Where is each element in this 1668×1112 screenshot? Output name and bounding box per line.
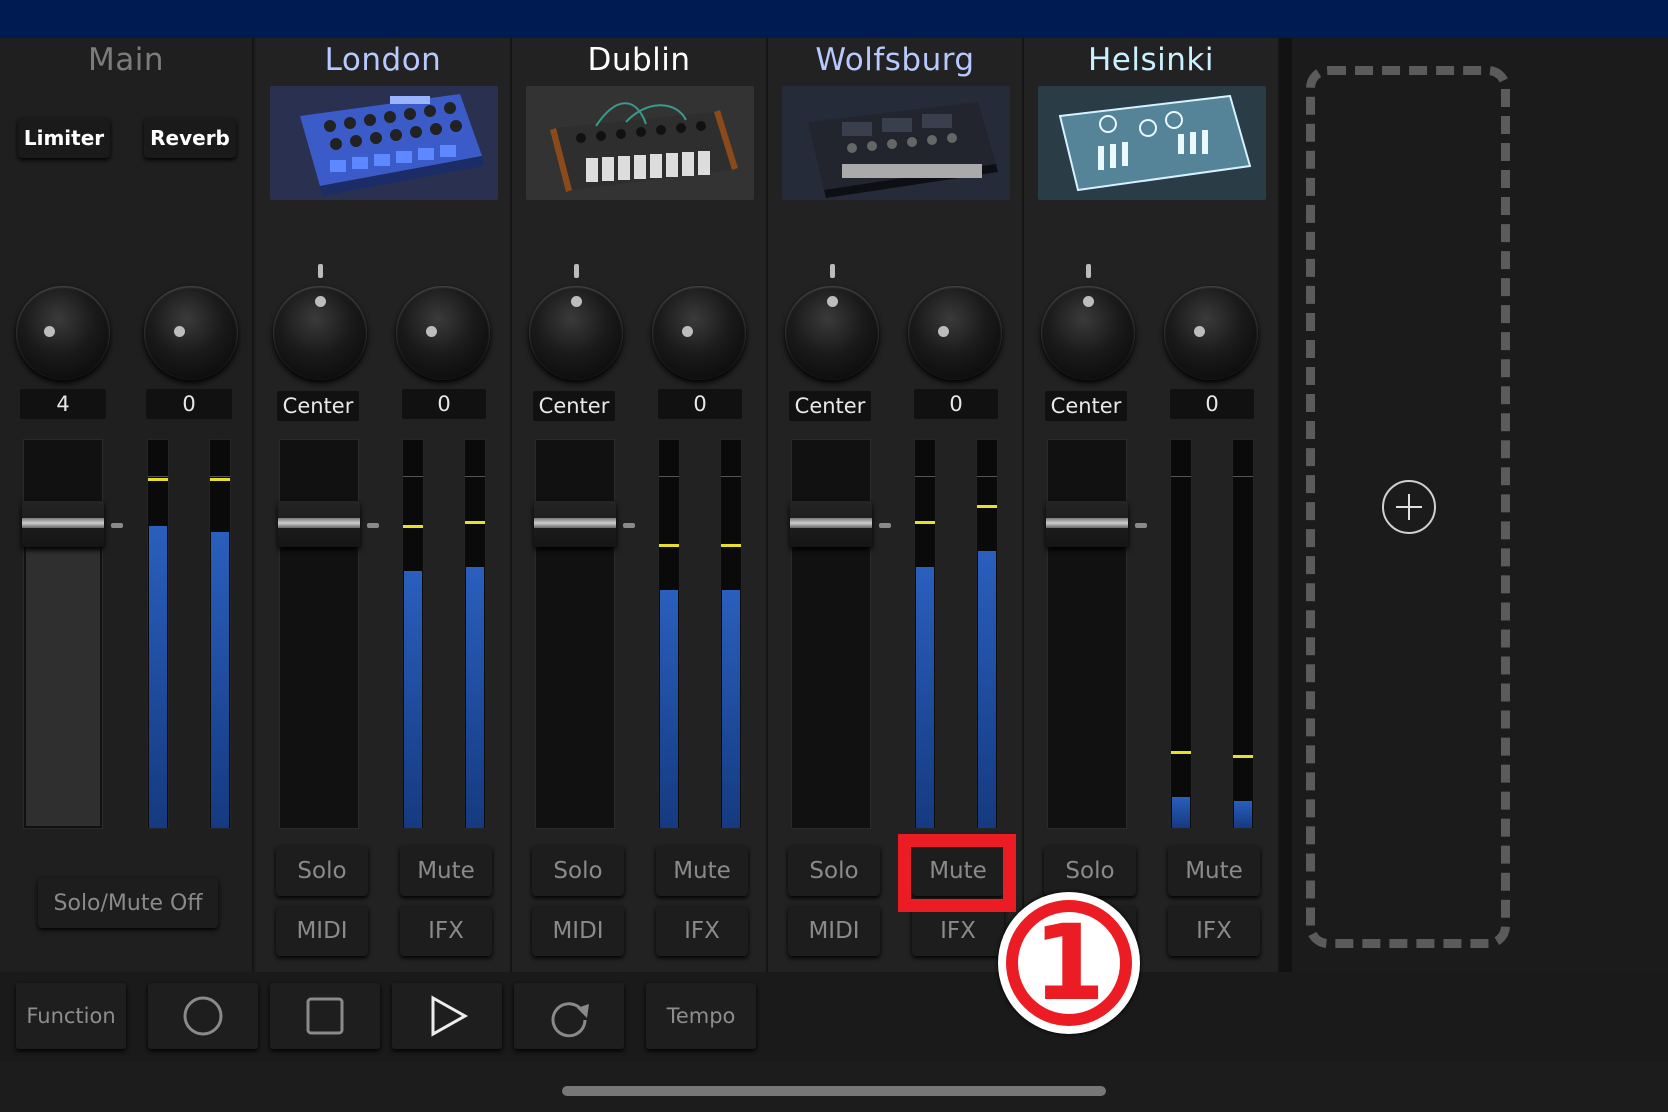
ifx-button-wolfsburg[interactable]: IFX (912, 906, 1004, 956)
synth-icon (300, 94, 484, 196)
fader-handle-dublin[interactable] (534, 501, 616, 547)
send-knob-helsinki[interactable] (1164, 286, 1258, 380)
step-number: 1 (1032, 902, 1106, 1024)
pan-tick-helsinki (1086, 264, 1091, 278)
ifx-button-london[interactable]: IFX (400, 906, 492, 956)
pan-knob-helsinki[interactable] (1041, 286, 1135, 380)
meter-right-london (464, 439, 486, 829)
ifx-button-helsinki[interactable]: IFX (1168, 906, 1260, 956)
pan-value-helsinki: Center (1045, 391, 1127, 421)
track-name-london[interactable]: London (256, 42, 510, 78)
fader-nub-dublin (623, 523, 635, 528)
main-volume-value: 4 (20, 389, 106, 419)
send-value-wolfsburg: 0 (914, 389, 998, 419)
fader-handle-london[interactable] (278, 501, 360, 547)
mute-button-dublin[interactable]: Mute (656, 846, 748, 896)
instrument-thumbnail-london[interactable] (270, 86, 498, 200)
main-fader-fill (26, 526, 100, 826)
track-name-helsinki[interactable]: Helsinki (1024, 42, 1278, 78)
stop-button[interactable] (270, 983, 380, 1049)
stop-icon (306, 997, 344, 1035)
home-indicator[interactable] (562, 1086, 1106, 1096)
pan-knob-london[interactable] (273, 286, 367, 380)
send-value-dublin: 0 (658, 389, 742, 419)
fader-handle-wolfsburg[interactable] (790, 501, 872, 547)
main-volume-knob[interactable] (16, 286, 110, 380)
pan-tick-wolfsburg (830, 264, 835, 278)
midi-button-london[interactable]: MIDI (276, 906, 368, 956)
pan-knob-wolfsburg[interactable] (785, 286, 879, 380)
midi-button-wolfsburg[interactable]: MIDI (788, 906, 880, 956)
play-button[interactable] (392, 983, 502, 1049)
function-button[interactable]: Function (16, 983, 126, 1049)
main-fader-nub (111, 523, 123, 528)
solo-button-wolfsburg[interactable]: Solo (788, 846, 880, 896)
meter-left-wolfsburg (914, 439, 936, 829)
fader-track-wolfsburg[interactable] (791, 439, 871, 829)
mute-button-helsinki[interactable]: Mute (1168, 846, 1260, 896)
fader-nub-helsinki (1135, 523, 1147, 528)
meter-left-helsinki (1170, 439, 1192, 829)
mixer-divider (1280, 38, 1292, 972)
meter-left-dublin (658, 439, 680, 829)
loop-icon (551, 1002, 589, 1038)
pan-tick-london (318, 264, 323, 278)
play-icon (431, 995, 469, 1037)
status-bar (0, 0, 1668, 38)
pan-value-wolfsburg: Center (789, 391, 871, 421)
fader-nub-wolfsburg (879, 523, 891, 528)
meter-right-wolfsburg (976, 439, 998, 829)
digital-synth-icon (808, 102, 998, 198)
main-meter-right (209, 439, 231, 829)
main-reverb-value: 0 (146, 389, 232, 419)
loop-button[interactable] (514, 983, 624, 1049)
record-button[interactable] (148, 983, 258, 1049)
pan-value-london: Center (277, 391, 359, 421)
fader-track-helsinki[interactable] (1047, 439, 1127, 829)
meter-right-helsinki (1232, 439, 1254, 829)
add-track-plus-icon[interactable] (1382, 480, 1436, 534)
fader-track-dublin[interactable] (535, 439, 615, 829)
limiter-button[interactable]: Limiter (18, 118, 110, 158)
track-name-wolfsburg[interactable]: Wolfsburg (768, 42, 1022, 78)
instrument-thumbnail-wolfsburg[interactable] (782, 86, 1010, 200)
solo-button-helsinki[interactable]: Solo (1044, 846, 1136, 896)
solo-button-dublin[interactable]: Solo (532, 846, 624, 896)
instrument-thumbnail-dublin[interactable] (526, 86, 754, 200)
fader-nub-london (367, 523, 379, 528)
pan-knob-dublin[interactable] (529, 286, 623, 380)
solo-button-london[interactable]: Solo (276, 846, 368, 896)
step-badge: 1 (998, 892, 1140, 1034)
main-title: Main (87, 42, 164, 78)
midi-button-dublin[interactable]: MIDI (532, 906, 624, 956)
send-knob-wolfsburg[interactable] (908, 286, 1002, 380)
send-knob-dublin[interactable] (652, 286, 746, 380)
reverb-button[interactable]: Reverb (144, 118, 236, 158)
ifx-button-dublin[interactable]: IFX (656, 906, 748, 956)
analog-synth-icon (550, 102, 738, 192)
send-value-london: 0 (402, 389, 486, 419)
pan-tick-dublin (574, 264, 579, 278)
meter-left-london (402, 439, 424, 829)
main-reverb-knob[interactable] (144, 286, 238, 380)
record-icon (183, 996, 223, 1036)
main-fader-track[interactable] (23, 439, 103, 829)
mute-button-london[interactable]: Mute (400, 846, 492, 896)
fader-track-london[interactable] (279, 439, 359, 829)
send-value-helsinki: 0 (1170, 389, 1254, 419)
main-meter-left (147, 439, 169, 829)
tempo-button[interactable]: Tempo (646, 983, 756, 1049)
instrument-thumbnail-helsinki[interactable] (1038, 86, 1266, 200)
send-knob-london[interactable] (396, 286, 490, 380)
solo-mute-off-button[interactable]: Solo/Mute Off (38, 878, 218, 928)
fader-handle-helsinki[interactable] (1046, 501, 1128, 547)
main-fader-handle[interactable] (22, 501, 104, 547)
pan-value-dublin: Center (533, 391, 615, 421)
glass-synth-icon (1058, 94, 1252, 192)
track-name-dublin[interactable]: Dublin (512, 42, 766, 78)
meter-right-dublin (720, 439, 742, 829)
